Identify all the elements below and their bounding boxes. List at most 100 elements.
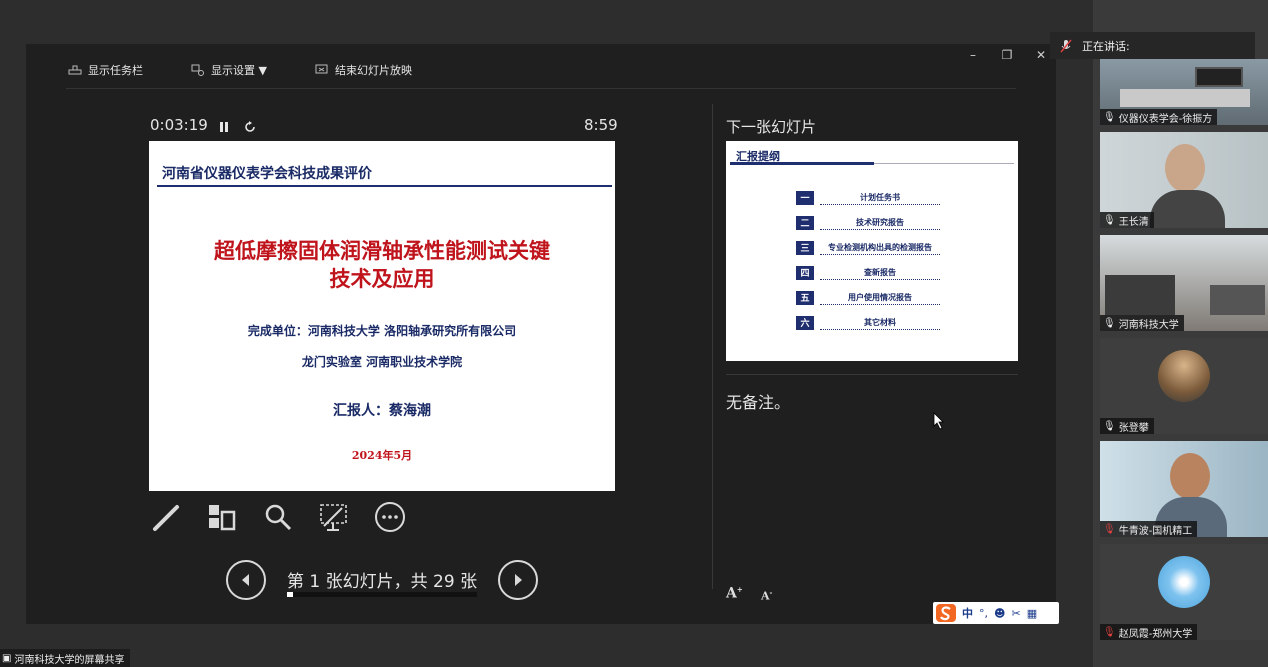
video-background: [1105, 275, 1175, 315]
participant-name-tag: 🎙 赵凤霞-郑州大学: [1100, 624, 1198, 640]
outline-number: 四: [796, 266, 814, 280]
end-slideshow-label: 结束幻灯片放映: [335, 64, 412, 77]
pane-divider[interactable]: [712, 104, 713, 589]
screen-share-label: ▣ 河南科技大学的屏幕共享: [0, 649, 131, 667]
ime-language[interactable]: 中: [962, 605, 973, 621]
participant-name: 仪器仪表学会-徐振方: [1118, 113, 1213, 125]
outline-item: 五用户使用情况报告: [796, 291, 944, 307]
close-button[interactable]: ✕: [1032, 48, 1050, 62]
speaking-label: 正在讲话:: [1082, 39, 1130, 53]
pause-icon[interactable]: [219, 118, 229, 137]
video-background: [1210, 285, 1265, 315]
outline-item: 一计划任务书: [796, 191, 944, 207]
punctuation-icon[interactable]: °,: [979, 607, 988, 620]
slide-title-line2: 技术及应用: [329, 267, 435, 291]
participant-tile[interactable]: 🎙 王长清: [1100, 132, 1268, 228]
slide-progress-bar: [287, 592, 477, 597]
more-options-icon[interactable]: [372, 499, 408, 535]
microphone-icon: 🎙: [1103, 214, 1116, 226]
participant-face: [1170, 453, 1210, 499]
presenter-view-window: 显示任务栏 显示设置 ▼ 结束幻灯片放映 – ❐ ✕ 0:03:19 8:59 …: [26, 44, 1059, 624]
video-background: [1195, 67, 1243, 87]
emoji-icon[interactable]: ☻: [994, 607, 1005, 620]
slide-unit-line1: 完成单位：河南科技大学 洛阳轴承研究所有限公司: [247, 324, 517, 338]
participant-tile[interactable]: 🎙 仪器仪表学会-徐振方: [1100, 59, 1268, 125]
outline-text: 技术研究报告: [820, 217, 940, 230]
show-taskbar-button[interactable]: 显示任务栏: [68, 62, 143, 78]
microphone-muted-icon: 🎙: [1103, 626, 1116, 638]
next-slide-label: 下一张幻灯片: [726, 118, 817, 136]
slide-header-rule: [157, 185, 612, 187]
next-slide-preview[interactable]: 汇报提纲 一计划任务书 二技术研究报告 三专业检测机构出具的检测报告 四查新报告…: [726, 141, 1018, 361]
black-screen-icon[interactable]: [316, 499, 352, 535]
display-settings-button[interactable]: 显示设置 ▼: [191, 62, 267, 78]
display-settings-icon: [191, 64, 204, 76]
participant-name: 牛青波-国机精工: [1118, 525, 1193, 537]
taskbar-icon: [68, 65, 82, 75]
sogou-logo-icon: [936, 604, 956, 622]
minimize-button[interactable]: –: [964, 48, 982, 62]
clock: 8:59: [584, 116, 618, 134]
outline-item: 二技术研究报告: [796, 216, 944, 232]
participant-tile[interactable]: 🎙 张登攀: [1100, 338, 1268, 434]
decrease-font-label: A: [761, 589, 770, 603]
display-settings-label: 显示设置 ▼: [211, 64, 267, 77]
grid-menu-icon[interactable]: ▦: [1027, 607, 1037, 620]
scissors-icon[interactable]: ✂: [1011, 607, 1020, 620]
outline-number: 二: [796, 216, 814, 230]
microphone-icon: 🎙: [1103, 111, 1116, 123]
participant-tile[interactable]: 🎙 牛青波-国机精工: [1100, 441, 1268, 537]
outline-number: 六: [796, 316, 814, 330]
video-background: [1120, 89, 1250, 107]
outline-text: 其它材料: [820, 317, 940, 330]
outline-item: 四查新报告: [796, 266, 944, 282]
previous-slide-button[interactable]: [226, 560, 266, 600]
outline-number: 一: [796, 191, 814, 205]
show-taskbar-label: 显示任务栏: [88, 64, 143, 77]
microphone-icon: 🎙: [1103, 420, 1116, 432]
participant-name-tag: 🎙 牛青波-国机精工: [1100, 521, 1198, 537]
zoom-icon[interactable]: [260, 499, 296, 535]
restore-button[interactable]: ❐: [998, 48, 1016, 62]
slide-title-line1: 超低摩擦固体润滑轴承性能测试关键: [214, 239, 550, 263]
slide-header: 河南省仪器仪表学会科技成果评价: [162, 166, 372, 182]
slide-date: 2024年5月: [351, 449, 413, 462]
participant-avatar: [1158, 556, 1210, 608]
slide-presenter: 汇报人：蔡海潮: [333, 403, 431, 419]
participant-face: [1165, 144, 1205, 192]
screen: 显示任务栏 显示设置 ▼ 结束幻灯片放映 – ❐ ✕ 0:03:19 8:59 …: [0, 0, 1268, 667]
ime-toolbar[interactable]: 中 °, ☻ ✂ ▦: [933, 602, 1059, 624]
slide-counter: 第 1 张幻灯片，共 29 张: [287, 572, 478, 592]
increase-font-button[interactable]: A+: [726, 585, 743, 602]
chevron-left-icon: [242, 574, 249, 586]
current-slide[interactable]: 河南省仪器仪表学会科技成果评价 超低摩擦固体润滑轴承性能测试关键 技术及应用 完…: [149, 141, 615, 491]
microphone-icon: 🎙: [1103, 317, 1116, 329]
participant-name: 王长清: [1118, 216, 1149, 228]
chevron-right-icon: [515, 574, 522, 586]
reset-timer-icon[interactable]: [244, 118, 256, 137]
outline-text: 用户使用情况报告: [820, 292, 940, 305]
participant-name: 河南科技大学: [1118, 319, 1179, 331]
participant-tile[interactable]: 🎙 赵凤霞-郑州大学: [1100, 544, 1268, 640]
participant-name: 张登攀: [1118, 422, 1149, 434]
end-slideshow-icon: [315, 64, 328, 74]
pen-icon[interactable]: [148, 499, 184, 535]
participant-body: [1150, 190, 1225, 228]
speaker-notes[interactable]: 无备注。: [726, 389, 790, 413]
participant-tile[interactable]: 🎙 河南科技大学: [1100, 235, 1268, 331]
increase-font-label: A: [726, 585, 737, 602]
next-slide-rule-accent: [730, 162, 874, 165]
participant-name-tag: 🎙 仪器仪表学会-徐振方: [1100, 109, 1218, 125]
see-all-slides-icon[interactable]: [203, 499, 239, 535]
next-slide-button[interactable]: [498, 560, 538, 600]
outline-item: 六其它材料: [796, 316, 944, 332]
microphone-muted-icon: 🎙: [1103, 523, 1116, 535]
toolbar-divider: [66, 88, 1016, 89]
outline-number: 五: [796, 291, 814, 305]
notes-divider: [726, 374, 1018, 375]
decrease-font-button[interactable]: A-: [761, 588, 772, 603]
speaking-indicator: 正在讲话:: [1050, 32, 1255, 59]
outline-text: 查新报告: [820, 267, 940, 280]
outline-item: 三专业检测机构出具的检测报告: [796, 241, 944, 257]
end-slideshow-button[interactable]: 结束幻灯片放映: [315, 62, 412, 78]
